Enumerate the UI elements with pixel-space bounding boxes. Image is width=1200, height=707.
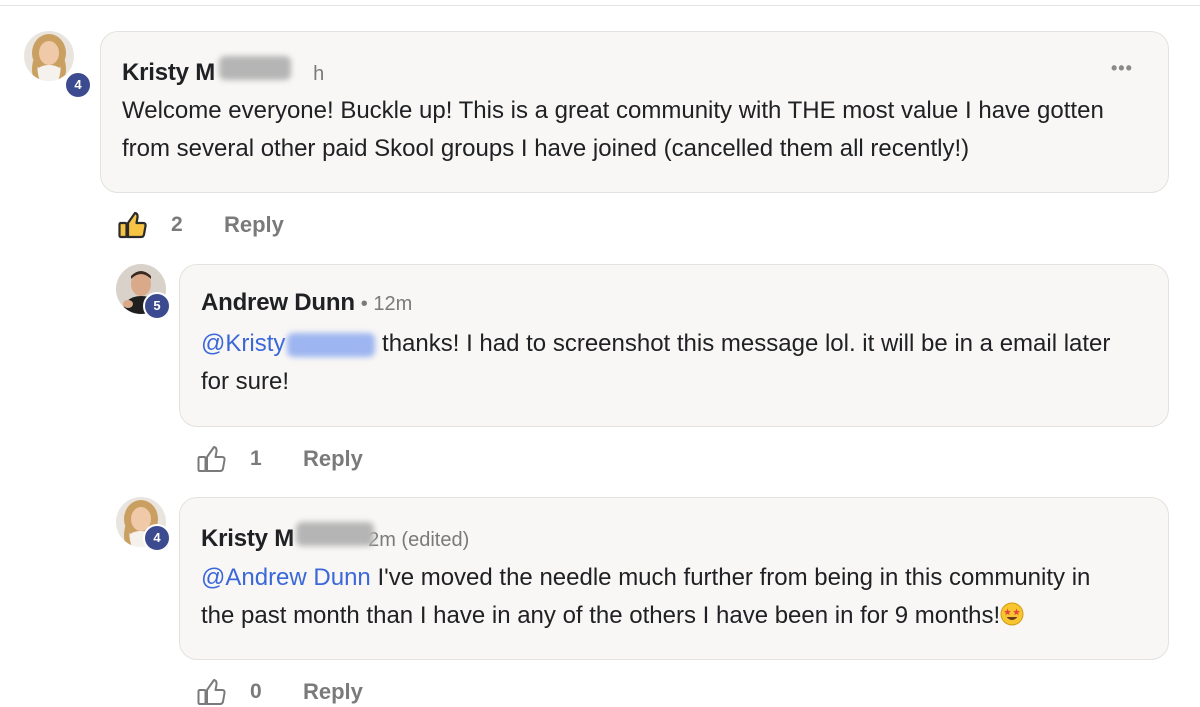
redacted-surname-blur: [296, 522, 375, 546]
comment-actions: 1 Reply: [196, 444, 363, 474]
like-count: 1: [250, 447, 262, 470]
comment-timestamp[interactable]: • 12m: [361, 293, 412, 316]
comment-body-line: for sure!: [201, 368, 290, 395]
level-badge: 5: [143, 292, 171, 320]
avatar-kristy[interactable]: [24, 31, 74, 81]
comment-body-line: @Kristy thanks! I had to screenshot this…: [201, 325, 1110, 363]
thumbs-up-icon: [118, 211, 147, 239]
thumbs-up-icon: [197, 679, 226, 705]
comment-body: @Andrew Dunn I've moved the needle much …: [201, 559, 1090, 635]
like-button[interactable]: 1: [196, 444, 264, 474]
mention-link[interactable]: @Kristy: [201, 330, 285, 357]
like-button[interactable]: 2: [117, 210, 185, 240]
level-badge: 4: [64, 71, 92, 99]
more-options-icon[interactable]: •••: [1111, 58, 1133, 79]
like-count: 2: [171, 213, 183, 236]
top-divider: [0, 5, 1200, 6]
comment-body-line: @Andrew Dunn I've moved the needle much …: [201, 559, 1090, 597]
author-name[interactable]: Andrew Dunn: [201, 289, 355, 317]
comment-text: I've moved the needle much further from …: [370, 564, 1091, 591]
comment-body-line: Welcome everyone! Buckle up! This is a g…: [122, 97, 1104, 124]
avatar-kristy-image: [24, 31, 74, 81]
comment-header: Andrew Dunn • 12m: [201, 289, 412, 317]
author-name[interactable]: Kristy M: [201, 525, 294, 553]
author-name[interactable]: Kristy M: [122, 59, 215, 87]
star-struck-emoji-icon: [1000, 602, 1024, 626]
comment-text: the past month than I have in any of the…: [201, 602, 1001, 629]
comment-text: thanks! I had to screenshot this message…: [375, 330, 1111, 357]
reply-button[interactable]: Reply: [303, 446, 363, 472]
comment-timestamp[interactable]: h: [313, 63, 324, 86]
comment-header: Kristy M h: [122, 56, 324, 87]
reply-button[interactable]: Reply: [303, 679, 363, 705]
like-button[interactable]: 0: [196, 677, 264, 707]
comment-body-line: the past month than I have in any of the…: [201, 597, 1090, 635]
level-badge: 4: [143, 524, 171, 552]
mention-link[interactable]: @Andrew Dunn: [201, 564, 371, 591]
reply-button[interactable]: Reply: [224, 212, 284, 238]
comment-body: Welcome everyone! Buckle up! This is a g…: [122, 92, 1104, 168]
like-count: 0: [250, 680, 262, 703]
comment-actions: 0 Reply: [196, 677, 363, 707]
redacted-surname-blur: [219, 56, 292, 80]
comment-timestamp[interactable]: 2m (edited): [368, 529, 469, 552]
comment-body: @Kristy thanks! I had to screenshot this…: [201, 325, 1110, 401]
redacted-mention-blur: [287, 332, 376, 357]
comment-header: Kristy M 2m (edited): [201, 522, 469, 553]
comment-body-line: from several other paid Skool groups I h…: [122, 135, 970, 162]
comment-actions: 2 Reply: [117, 210, 284, 240]
thumbs-up-icon: [197, 446, 226, 472]
